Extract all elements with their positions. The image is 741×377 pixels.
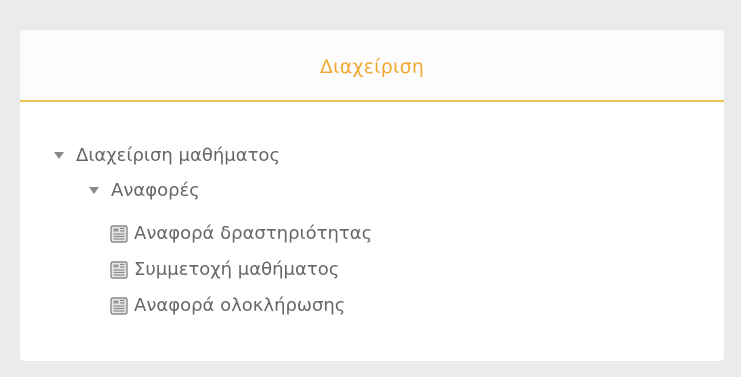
expanded-triangle-icon[interactable] <box>54 152 64 159</box>
administration-block: Διαχείριση Διαχείριση μαθήματος Αναφορές… <box>20 30 724 361</box>
report-link-label: Συμμετοχή μαθήματος <box>134 259 340 280</box>
report-link-completion[interactable]: Αναφορά ολοκλήρωσης <box>110 295 345 316</box>
tree-node-label: Διαχείριση μαθήματος <box>76 145 281 166</box>
block-header: Διαχείριση <box>20 30 724 102</box>
report-link-activity[interactable]: Αναφορά δραστηριότητας <box>110 223 372 244</box>
report-icon <box>110 224 128 243</box>
tree-node-reports[interactable]: Αναφορές <box>89 180 200 201</box>
report-icon <box>110 260 128 279</box>
tree-node-course-administration[interactable]: Διαχείριση μαθήματος <box>54 145 280 166</box>
expanded-triangle-icon[interactable] <box>89 187 99 194</box>
report-link-course-participation[interactable]: Συμμετοχή μαθήματος <box>110 259 339 280</box>
report-icon <box>110 296 128 315</box>
tree-node-label: Αναφορές <box>111 180 200 201</box>
report-link-label: Αναφορά ολοκλήρωσης <box>134 295 346 316</box>
report-link-label: Αναφορά δραστηριότητας <box>134 223 373 244</box>
block-title: Διαχείριση <box>319 56 425 78</box>
